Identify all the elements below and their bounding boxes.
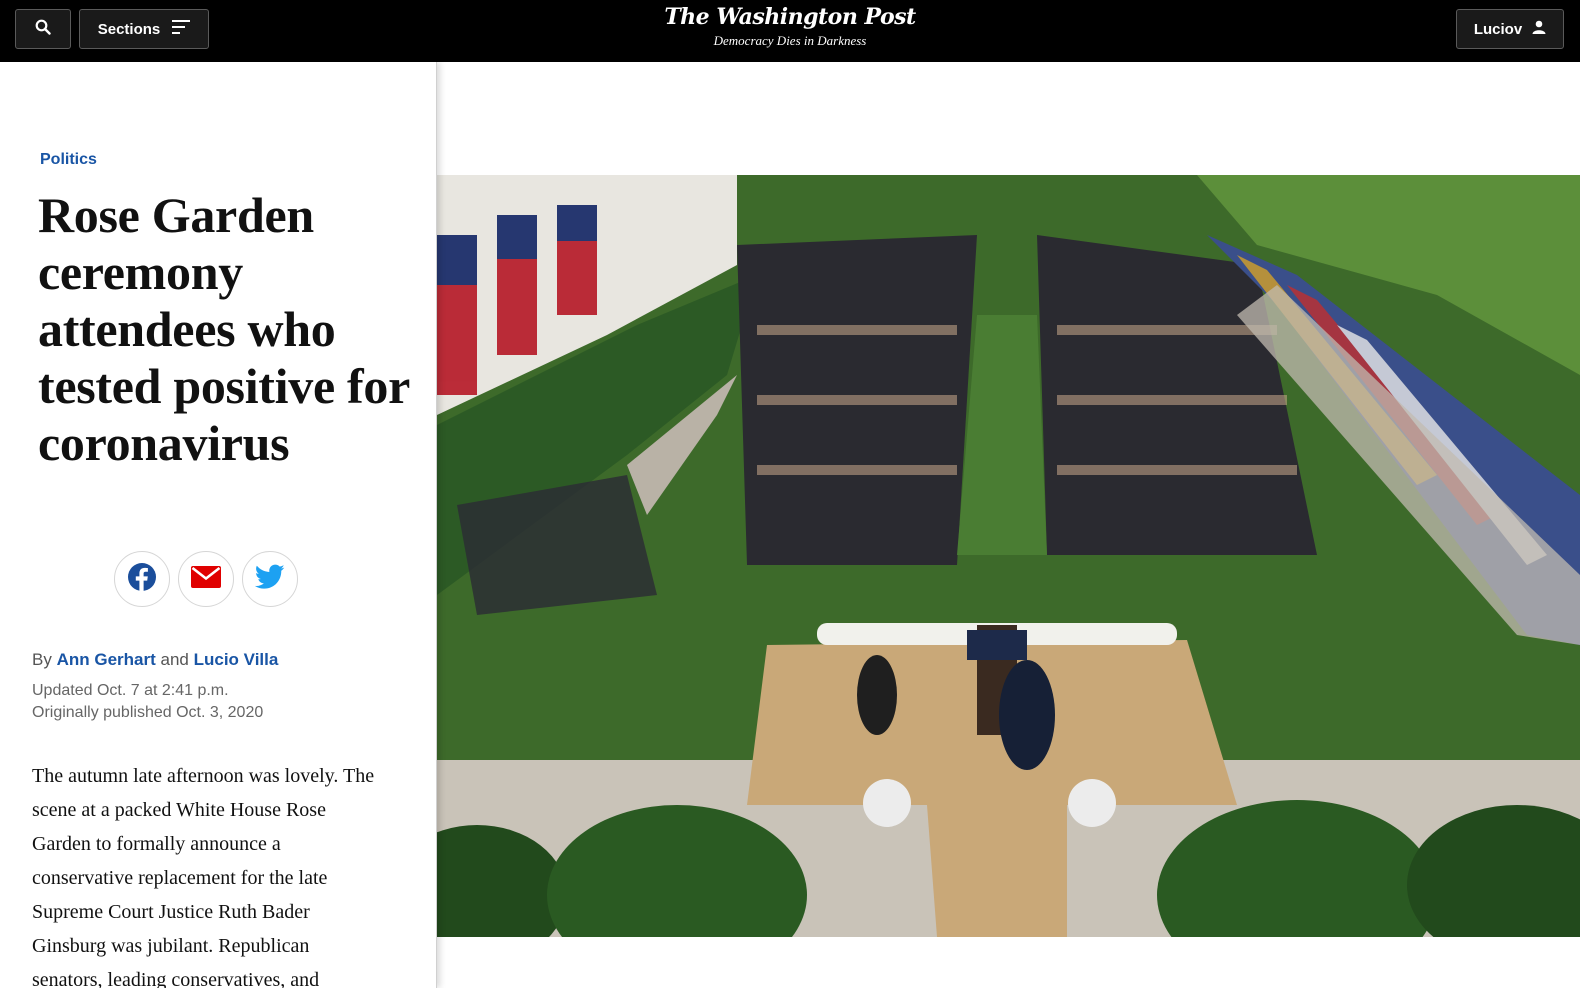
article-body-paragraph: The autumn late afternoon was lovely. Th… [32,765,375,988]
byline-conjunction: and [160,650,189,669]
masthead-title[interactable]: The Washington Post [640,4,940,30]
search-icon [35,19,51,39]
share-twitter-button[interactable] [242,551,298,607]
byline: By Ann Gerhart and Lucio Villa [32,650,278,670]
person-icon [1532,20,1546,38]
top-navigation-bar: Sections The Washington Post Democracy D… [0,0,1580,62]
media-area [437,62,1580,988]
user-name-label: Luciov [1473,20,1523,38]
author-link-2[interactable]: Lucio Villa [194,650,279,669]
email-icon [191,565,221,593]
byline-prefix: By [32,650,52,669]
author-link-1[interactable]: Ann Gerhart [57,650,156,669]
twitter-icon [254,564,285,595]
lead-photo [437,175,1580,937]
user-account-button[interactable]: Luciov [1456,9,1564,49]
sections-button[interactable]: Sections [79,9,209,49]
article-panel: Politics Rose Garden ceremony attendees … [0,62,437,988]
share-facebook-button[interactable] [114,551,170,607]
published-timestamp: Originally published Oct. 3, 2020 [32,704,264,721]
share-email-button[interactable] [178,551,234,607]
article-headline: Rose Garden ceremony attendees who teste… [38,187,410,471]
masthead-tagline: Democracy Dies in Darkness [713,33,867,48]
updated-timestamp: Updated Oct. 7 at 2:41 p.m. [32,682,229,699]
sections-label: Sections [97,20,161,38]
masthead[interactable]: The Washington Post Democracy Dies in Da… [640,0,940,49]
section-kicker-link[interactable]: Politics [40,151,97,169]
menu-lines-icon [172,20,191,38]
search-button[interactable] [15,9,71,49]
share-buttons [114,551,298,607]
facebook-icon [127,562,157,597]
